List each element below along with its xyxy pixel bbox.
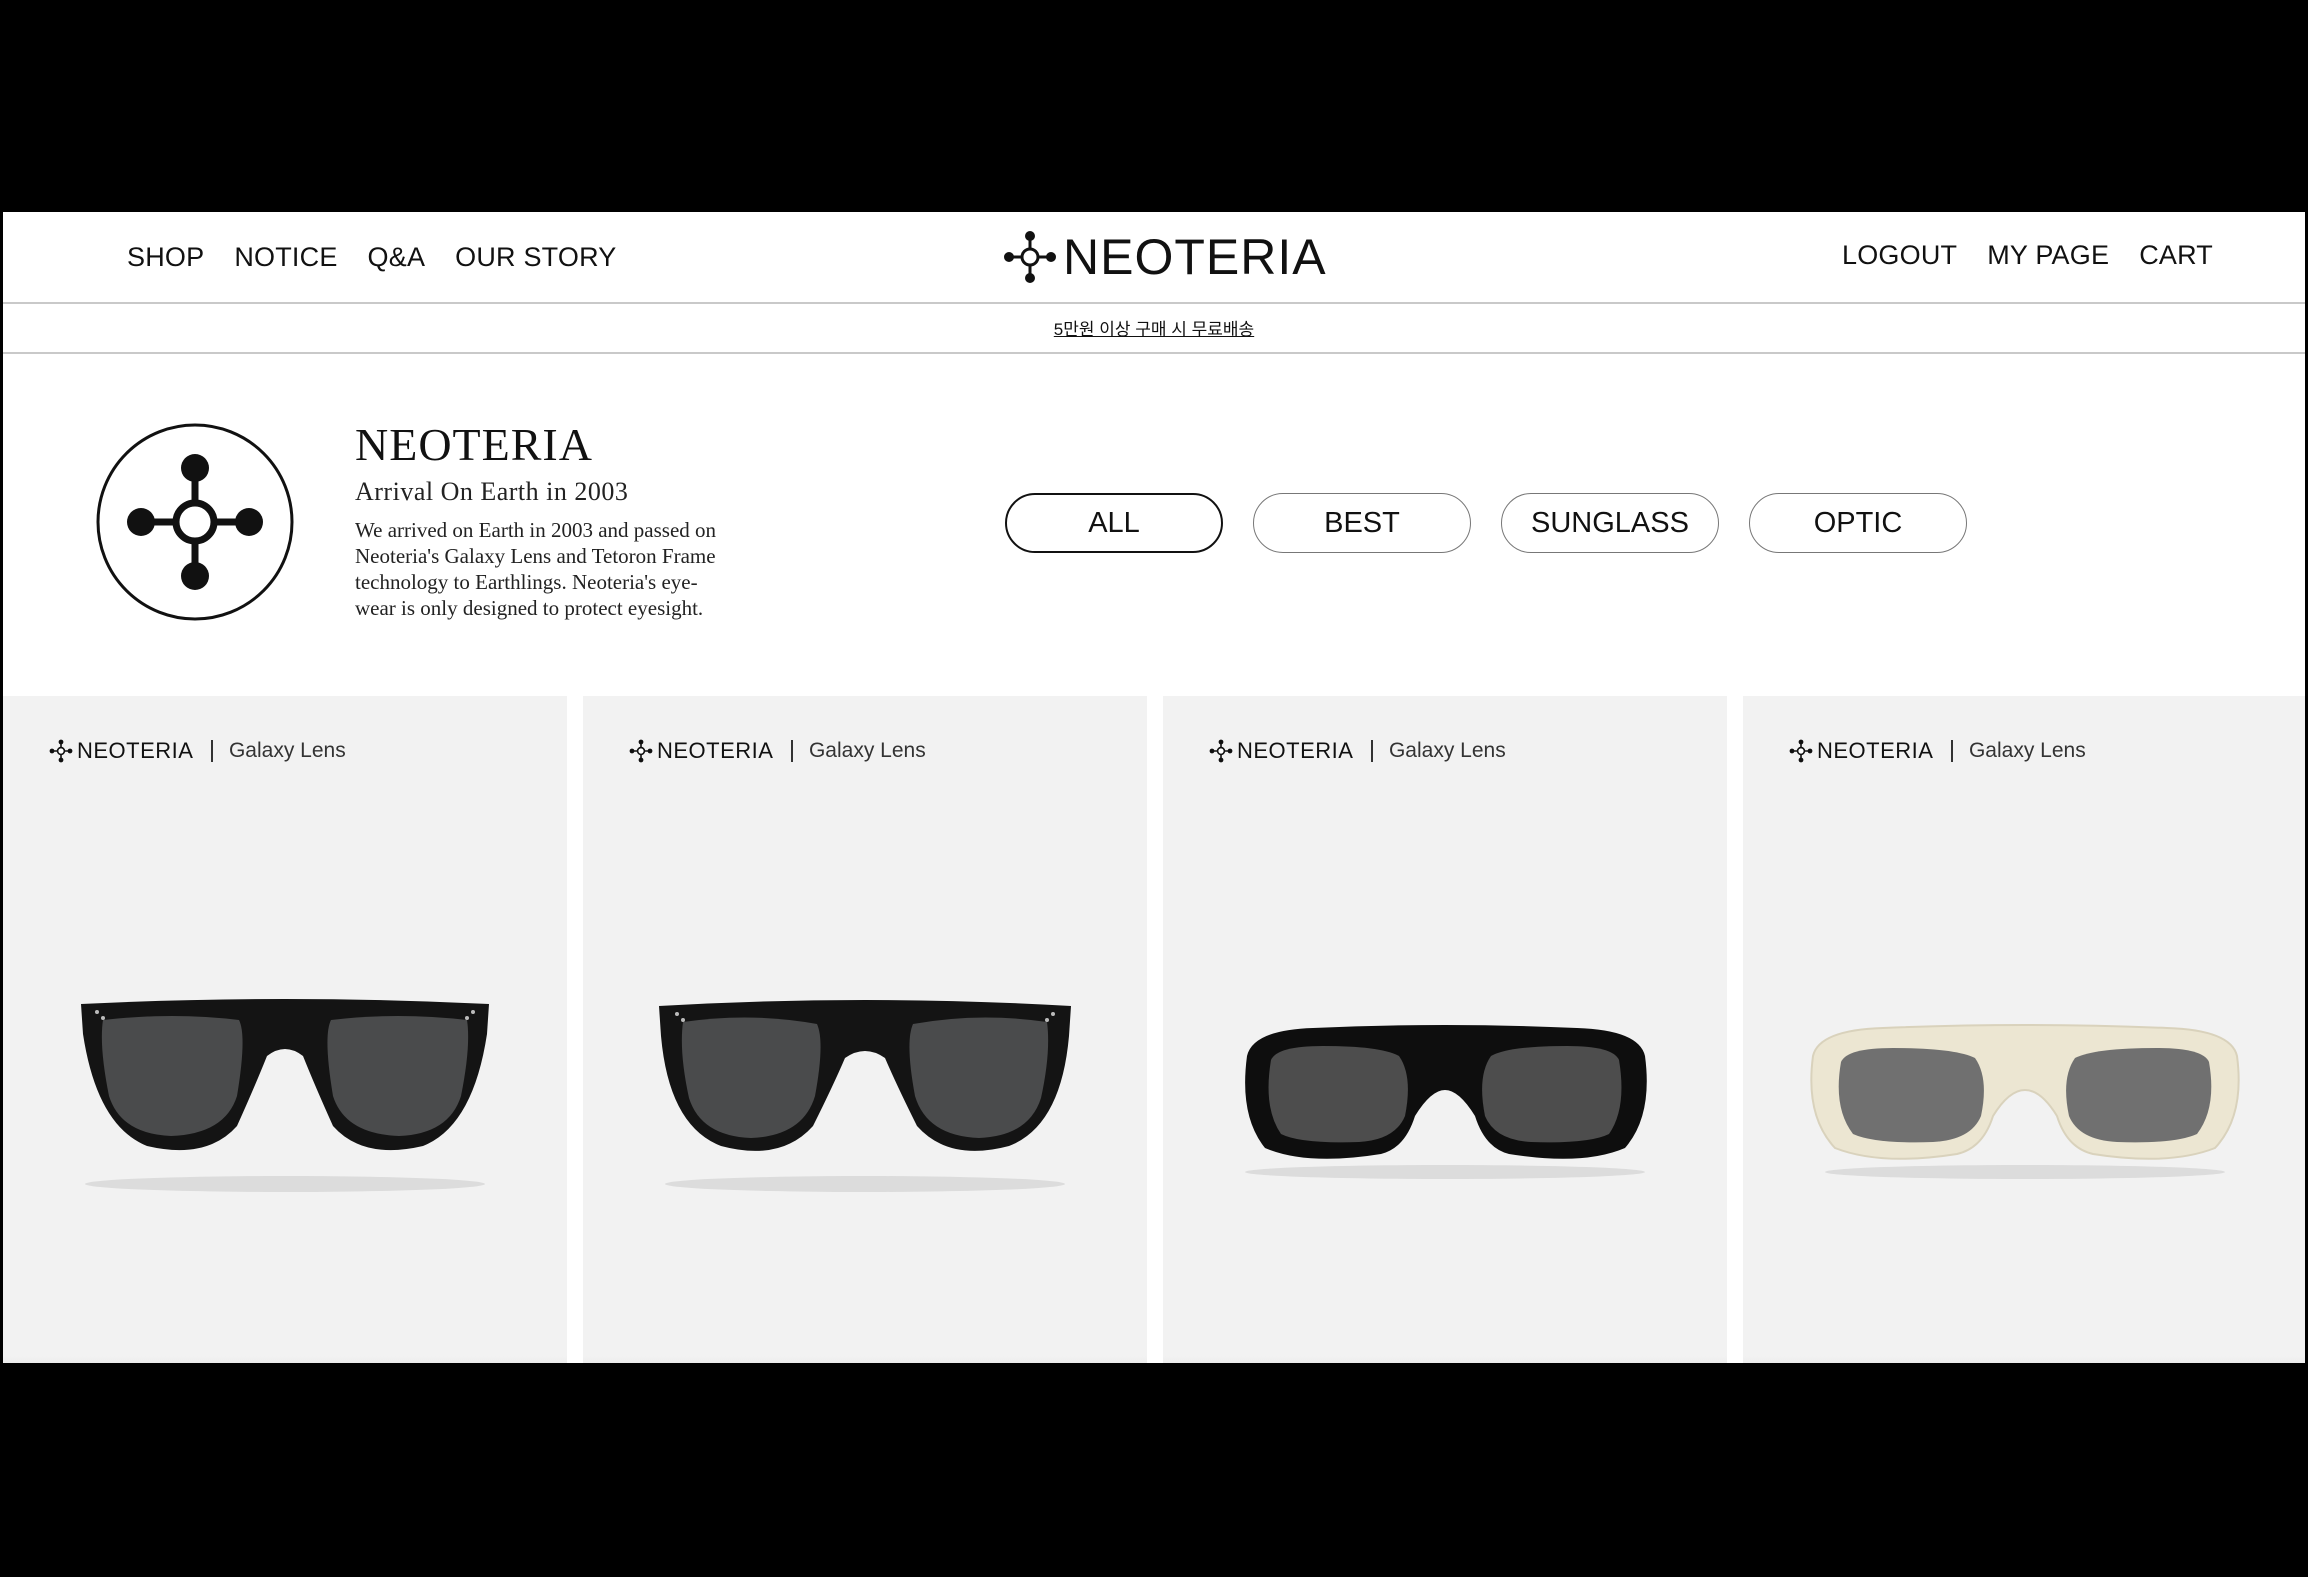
card-product-line: Galaxy Lens — [1968, 739, 2086, 762]
divider — [791, 740, 793, 762]
intro-description: We arrived on Earth in 2003 and passed o… — [355, 517, 825, 621]
filter-all-button[interactable]: ALL — [1005, 493, 1223, 553]
my-page-link[interactable]: MY PAGE — [1987, 240, 2109, 271]
brand-intro: NEOTERIA Arrival On Earth in 2003 We arr… — [355, 418, 825, 621]
intro-description-line: technology to Earthlings. Neoteria's eye… — [355, 570, 698, 594]
intro-description-line: We arrived on Earth in 2003 and passed o… — [355, 518, 717, 542]
nav-shop-link[interactable]: SHOP — [127, 242, 204, 273]
card-shadow — [3, 1356, 567, 1363]
card-shadow — [583, 1356, 1147, 1363]
brand-wordmark: NEOTERIA — [1063, 229, 1327, 285]
promo-banner: 5만원 이상 구매 시 무료배송 — [3, 304, 2305, 354]
intro-subtitle: Arrival On Earth in 2003 — [355, 477, 629, 506]
divider — [1951, 740, 1953, 762]
product-card[interactable]: NEOTERIA Galaxy Lens — [3, 696, 567, 1363]
nav-notice-link[interactable]: NOTICE — [234, 242, 337, 273]
brand-emblem-icon — [96, 423, 294, 621]
site-header: SHOP NOTICE Q&A OUR STORY NEOTERIA LOGOU… — [3, 212, 2305, 304]
site-logo[interactable]: NEOTERIA — [1003, 228, 1327, 286]
card-brand: NEOTERIA Galaxy Lens — [1209, 738, 1506, 764]
card-product-line: Galaxy Lens — [808, 739, 926, 762]
card-product-line: Galaxy Lens — [228, 739, 346, 762]
neoteria-logo-icon — [629, 739, 653, 763]
intro-title: NEOTERIA — [355, 419, 593, 470]
neoteria-logo-icon — [1004, 231, 1056, 283]
neoteria-logo-icon — [1209, 739, 1233, 763]
card-brand-name: NEOTERIA — [1237, 738, 1354, 763]
product-card[interactable]: NEOTERIA Galaxy Lens — [1743, 696, 2305, 1363]
intro-description-line: wear is only designed to protect eyesigh… — [355, 596, 704, 620]
divider — [1371, 740, 1373, 762]
nav-qa-link[interactable]: Q&A — [368, 242, 426, 273]
card-brand: NEOTERIA Galaxy Lens — [1789, 738, 2086, 764]
card-shadow — [1743, 1356, 2305, 1363]
sunglasses-round-square-image — [659, 1000, 1071, 1192]
card-brand-name: NEOTERIA — [77, 738, 194, 763]
cart-link[interactable]: CART — [2139, 240, 2213, 271]
product-card[interactable]: NEOTERIA Galaxy Lens — [1163, 696, 1727, 1363]
neoteria-logo-icon — [49, 739, 73, 763]
category-filters: ALL BEST SUNGLASS OPTIC — [1005, 493, 1967, 553]
filter-optic-button[interactable]: OPTIC — [1749, 493, 1967, 553]
card-brand: NEOTERIA Galaxy Lens — [629, 738, 926, 764]
card-shadow — [1163, 1356, 1727, 1363]
intro-description-line: Neoteria's Galaxy Lens and Tetoron Frame — [355, 544, 716, 568]
card-product-line: Galaxy Lens — [1388, 739, 1506, 762]
filter-best-button[interactable]: BEST — [1253, 493, 1471, 553]
filter-sunglass-button[interactable]: SUNGLASS — [1501, 493, 1719, 553]
logout-link[interactable]: LOGOUT — [1842, 240, 1957, 271]
primary-nav: SHOP NOTICE Q&A OUR STORY — [127, 242, 617, 273]
divider — [211, 740, 213, 762]
free-shipping-link[interactable]: 5만원 이상 구매 시 무료배송 — [1054, 315, 1254, 340]
sunglasses-rectangle-image — [1245, 1025, 1647, 1179]
nav-our-story-link[interactable]: OUR STORY — [455, 242, 616, 273]
sunglasses-square-image — [81, 999, 489, 1192]
page-viewport: SHOP NOTICE Q&A OUR STORY NEOTERIA LOGOU… — [3, 212, 2305, 1363]
card-brand-name: NEOTERIA — [1817, 738, 1934, 763]
product-card[interactable]: NEOTERIA Galaxy Lens — [583, 696, 1147, 1363]
sunglasses-cream-rectangle-image — [1810, 1024, 2240, 1179]
product-grid: NEOTERIA Galaxy Lens NEOTERIA Galaxy Len… — [3, 696, 2305, 1363]
card-brand-name: NEOTERIA — [657, 738, 774, 763]
account-nav: LOGOUT MY PAGE CART — [1842, 240, 2213, 271]
card-brand: NEOTERIA Galaxy Lens — [49, 738, 346, 764]
neoteria-logo-icon — [1789, 739, 1813, 763]
